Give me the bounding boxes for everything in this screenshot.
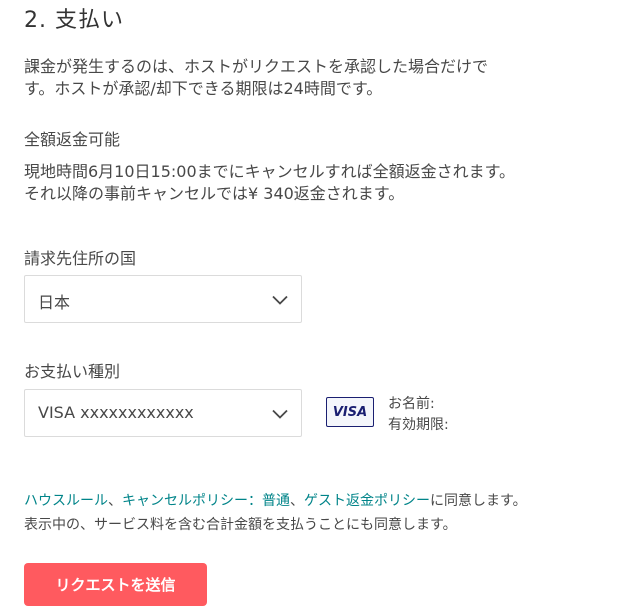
- payment-type-select[interactable]: VISA xxxxxxxxxxxx: [24, 389, 302, 437]
- card-expiry-label: 有効期限:: [388, 417, 449, 433]
- policy-separator: 、: [108, 493, 122, 509]
- section-title: 2. 支払い: [24, 8, 124, 33]
- intro-text: 課金が発生するのは、ホストがリクエストを承認した場合だけで す。ホストが承認/却…: [24, 56, 488, 100]
- policy-separator: 、: [290, 493, 304, 509]
- chevron-down-icon: [272, 295, 288, 305]
- guest-refund-policy-link[interactable]: ゲスト返金ポリシー: [304, 493, 430, 509]
- intro-line-1: 課金が発生するのは、ホストがリクエストを承認した場合だけで: [24, 57, 489, 76]
- payment-type-label: お支払い種別: [24, 362, 121, 381]
- refund-text: 現地時間6月10日15:00までにキャンセルすれば全額返金されます。 それ以降の…: [24, 161, 515, 205]
- visa-card-brand: VISA: [332, 404, 368, 420]
- refund-heading: 全額返金可能: [24, 130, 121, 149]
- intro-line-2: す。ホストが承認/却下できる期限は24時間です。: [24, 79, 383, 98]
- billing-country-value: 日本: [38, 293, 71, 312]
- house-rules-link[interactable]: ハウスルール: [24, 493, 108, 509]
- billing-country-label: 請求先住所の国: [24, 249, 137, 268]
- billing-country-select[interactable]: 日本: [24, 275, 302, 323]
- policy-agreement: ハウスルール、キャンセルポリシー：普通、ゲスト返金ポリシーに同意します。 表示中…: [24, 489, 527, 537]
- refund-line-1: 現地時間6月10日15:00までにキャンセルすれば全額返金されます。: [24, 162, 516, 181]
- payment-type-value: VISA xxxxxxxxxxxx: [38, 403, 194, 422]
- refund-line-2: それ以降の事前キャンセルでは¥ 340返金されます。: [24, 184, 405, 203]
- submit-request-button[interactable]: リクエストを送信: [24, 563, 207, 606]
- policy-line-1: ハウスルール、キャンセルポリシー：普通、ゲスト返金ポリシーに同意します。: [24, 489, 527, 513]
- visa-card-icon: VISA: [326, 397, 374, 427]
- card-name-label: お名前:: [388, 396, 435, 412]
- chevron-down-icon: [272, 409, 288, 419]
- cancellation-policy-link[interactable]: キャンセルポリシー：普通: [122, 493, 290, 509]
- policy-agree-text: に同意します。: [430, 493, 527, 509]
- policy-line-2: 表示中の、サービス料を含む合計金額を支払うことにも同意します。: [24, 517, 457, 533]
